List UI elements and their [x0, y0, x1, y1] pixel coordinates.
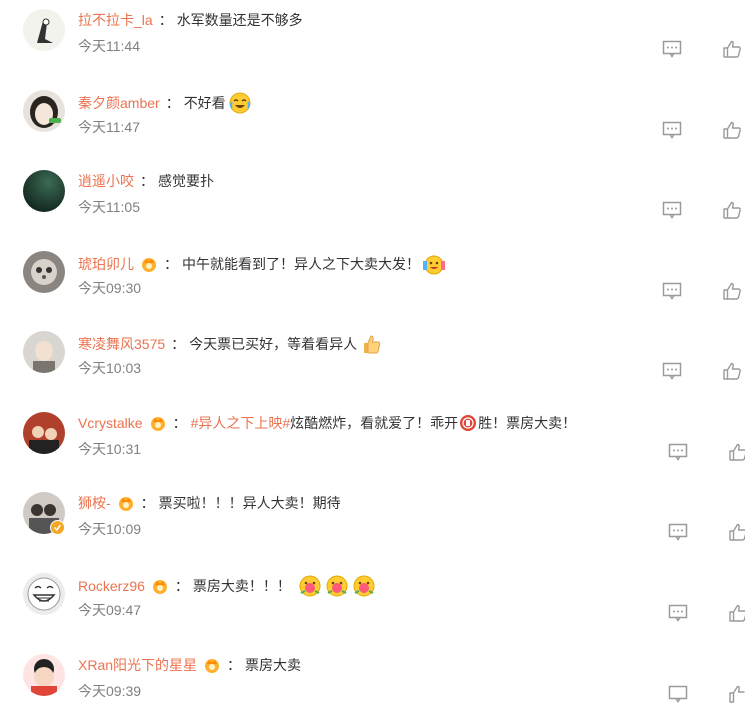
- crying-laugh-emoji-icon: [229, 92, 251, 114]
- comment-icon[interactable]: [668, 522, 688, 542]
- comment-text: 感觉要扑: [158, 173, 214, 189]
- avatar[interactable]: [23, 90, 65, 132]
- comment-icon[interactable]: [662, 281, 682, 301]
- username[interactable]: 逍遥小咬: [78, 172, 134, 190]
- avatar[interactable]: [23, 412, 65, 454]
- colon-separator: ：: [171, 336, 186, 352]
- timestamp: 今天11:44: [78, 38, 140, 54]
- timestamp: 今天09:47: [78, 602, 142, 618]
- thumbs-up-icon[interactable]: [722, 200, 742, 220]
- timestamp: 今天11:47: [78, 119, 140, 135]
- username[interactable]: 秦夕颜amber: [78, 94, 160, 112]
- crown-badge-icon[interactable]: [203, 656, 221, 674]
- colon-separator: ：: [158, 12, 173, 28]
- topic-hashtag-link[interactable]: #异人之下上映#: [191, 414, 291, 432]
- thumbs-up-icon[interactable]: [728, 522, 745, 542]
- comment-item: Vcrystalke ： #异人之下上映# 炫酷燃炸，看就爱了！乖开 胜！票房大…: [0, 403, 745, 484]
- cheering-emoji-icon: [423, 253, 445, 275]
- comment-icon[interactable]: [668, 603, 688, 623]
- comment-text: 今天票已买好，等着看异人: [189, 336, 358, 352]
- comment-icon[interactable]: [668, 684, 688, 704]
- money-flower-emoji-icon: [326, 575, 348, 597]
- comment-icon[interactable]: [668, 442, 688, 462]
- thumbs-up-icon[interactable]: [722, 120, 742, 140]
- username[interactable]: Rockerz96: [78, 577, 145, 595]
- thumbs-up-icon[interactable]: [722, 281, 742, 301]
- money-flower-emoji-icon: [353, 575, 375, 597]
- colon-separator: ：: [165, 95, 180, 111]
- comment-text: 票房大卖！！！: [192, 578, 291, 594]
- comment-item: 琥珀卯儿 ： 中午就能看到了！异人之下大卖大发！ 今天09:30: [0, 242, 745, 323]
- comment-item: 拉不拉卡_la ： 水军数量还是不够多 今天11:44: [0, 0, 745, 81]
- timestamp: 今天09:39: [78, 683, 142, 699]
- crown-badge-icon[interactable]: [117, 494, 135, 512]
- timestamp: 今天10:31: [78, 441, 142, 457]
- avatar[interactable]: [23, 573, 65, 615]
- thumbs-up-icon[interactable]: [728, 684, 745, 704]
- username[interactable]: Vcrystalke: [78, 414, 143, 432]
- username[interactable]: XRan阳光下的星星: [78, 656, 197, 674]
- timestamp: 今天10:09: [78, 521, 142, 537]
- comment-item: 秦夕颜amber ： 不好看 今天11:47: [0, 81, 745, 162]
- thumbs-up-emoji-icon: [360, 333, 382, 355]
- thumbs-up-icon[interactable]: [722, 39, 742, 59]
- timestamp: 今天09:30: [78, 280, 142, 296]
- comment-text: 中午就能看到了！异人之下大卖大发！: [182, 256, 420, 272]
- colon-separator: ：: [174, 578, 189, 594]
- timestamp: 今天11:05: [78, 199, 140, 215]
- avatar[interactable]: [23, 9, 65, 51]
- comment-text: 票房大卖: [245, 657, 302, 673]
- comment-item: 狮桉- ： 票买啦！！！异人大卖！期待 今天10:09: [0, 483, 745, 564]
- comment-item: XRan阳光下的星星 ： 票房大卖 今天09:39: [0, 645, 745, 726]
- crown-badge-icon[interactable]: [151, 577, 169, 595]
- crown-badge-icon[interactable]: [140, 255, 158, 273]
- comment-item: Rockerz96 ： 票房大卖！！！ 今天09:47: [0, 564, 745, 645]
- timestamp: 今天10:03: [78, 360, 142, 376]
- avatar[interactable]: [23, 251, 65, 293]
- comment-icon[interactable]: [662, 120, 682, 140]
- comment-icon[interactable]: [662, 39, 682, 59]
- colon-separator: ：: [140, 173, 154, 189]
- thumbs-up-icon[interactable]: [728, 442, 745, 462]
- comment-icon[interactable]: [662, 361, 682, 381]
- de-character-emoji-icon: [459, 414, 477, 432]
- verified-badge-icon: [50, 520, 65, 535]
- colon-separator: ：: [172, 415, 187, 431]
- username[interactable]: 寒凌舞风3575: [78, 335, 165, 353]
- comment-text: 不好看: [183, 95, 226, 111]
- username[interactable]: 狮桉-: [78, 494, 111, 512]
- comment-text: 炫酷燃炸，看就爱了！乖开: [290, 415, 459, 431]
- avatar[interactable]: [23, 654, 65, 696]
- comment-text: 票买啦！！！异人大卖！期待: [158, 495, 341, 511]
- username[interactable]: 琥珀卯儿: [78, 255, 134, 273]
- avatar[interactable]: [23, 331, 65, 373]
- comment-text: 水军数量还是不够多: [176, 12, 303, 28]
- colon-separator: ：: [164, 256, 178, 272]
- username[interactable]: 拉不拉卡_la: [78, 11, 153, 29]
- comment-icon[interactable]: [662, 200, 682, 220]
- avatar[interactable]: [23, 170, 65, 212]
- comment-item: 逍遥小咬 ： 感觉要扑 今天11:05: [0, 161, 745, 242]
- crown-badge-icon[interactable]: [149, 414, 167, 432]
- thumbs-up-icon[interactable]: [728, 603, 745, 623]
- comment-item: 寒凌舞风3575 ： 今天票已买好，等着看异人 今天10:03: [0, 322, 745, 403]
- colon-separator: ：: [227, 657, 242, 673]
- thumbs-up-icon[interactable]: [722, 361, 742, 381]
- colon-separator: ：: [140, 495, 155, 511]
- money-flower-emoji-icon: [299, 575, 321, 597]
- comment-text-continued: 胜！票房大卖！: [478, 415, 577, 431]
